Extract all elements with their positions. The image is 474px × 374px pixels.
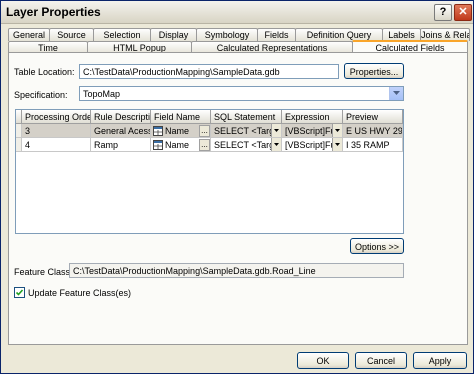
title-bar: Layer Properties ? ✕: [1, 1, 473, 24]
rule-description-cell[interactable]: Ramp: [91, 138, 151, 152]
sql-statement-cell[interactable]: SELECT <Targe: [211, 138, 282, 152]
ellipsis-button[interactable]: ...: [199, 125, 210, 137]
ok-button[interactable]: OK: [297, 352, 349, 369]
options-button[interactable]: Options >>: [350, 238, 404, 254]
rule-description-cell[interactable]: General Acess R: [91, 124, 151, 138]
field-name-cell[interactable]: Name ...: [151, 124, 211, 138]
close-button[interactable]: ✕: [454, 4, 472, 21]
tab-display[interactable]: Display: [150, 28, 197, 41]
expression-cell[interactable]: [VBScript]Fur: [282, 138, 343, 152]
specification-label: Specification:: [14, 90, 68, 100]
sql-statement-value: SELECT <Targe: [214, 126, 280, 136]
tab-fields[interactable]: Fields: [257, 28, 296, 41]
processing-order-cell[interactable]: 4: [22, 138, 91, 152]
chevron-down-icon[interactable]: [332, 124, 342, 137]
expression-value: [VBScript]Fur: [285, 126, 339, 136]
update-feature-class-checkbox[interactable]: [14, 287, 25, 298]
feature-class-field[interactable]: C:\TestData\ProductionMapping\SampleData…: [69, 263, 404, 278]
chevron-down-icon[interactable]: [271, 138, 281, 151]
expression-cell[interactable]: [VBScript]Fur: [282, 124, 343, 138]
sql-statement-cell[interactable]: SELECT <Targe: [211, 124, 282, 138]
dialog-title: Layer Properties: [6, 5, 101, 19]
table-location-field[interactable]: C:\TestData\ProductionMapping\SampleData…: [79, 64, 339, 79]
col-expression[interactable]: Expression: [282, 110, 343, 124]
apply-button[interactable]: Apply: [413, 352, 467, 369]
checkmark-icon: [15, 289, 24, 296]
calculated-fields-grid: Processing Order Rule Description Field …: [15, 109, 404, 234]
field-table-icon: [153, 126, 163, 137]
specification-value: TopoMap: [83, 89, 121, 99]
field-name-cell[interactable]: Name ...: [151, 138, 211, 152]
feature-class-label: Feature Class:: [14, 267, 73, 277]
field-table-icon: [153, 140, 163, 151]
tab-general[interactable]: General: [8, 28, 50, 41]
col-preview[interactable]: Preview: [343, 110, 403, 124]
chevron-down-icon[interactable]: [332, 138, 342, 151]
chevron-down-icon[interactable]: [389, 87, 403, 100]
tab-symbology[interactable]: Symbology: [196, 28, 258, 41]
ellipsis-button[interactable]: ...: [199, 139, 210, 151]
processing-order-cell[interactable]: 3: [22, 124, 91, 138]
expression-value: [VBScript]Fur: [285, 140, 339, 150]
chevron-down-icon[interactable]: [271, 124, 281, 137]
specification-dropdown[interactable]: TopoMap: [79, 86, 404, 101]
col-sql-statement[interactable]: SQL Statement: [211, 110, 282, 124]
tab-source[interactable]: Source: [49, 28, 94, 41]
preview-cell[interactable]: E US HWY 290: [343, 124, 403, 138]
col-rule-description[interactable]: Rule Description: [91, 110, 151, 124]
preview-cell[interactable]: I 35 RAMP: [343, 138, 403, 152]
table-location-label: Table Location:: [14, 67, 75, 77]
cancel-button[interactable]: Cancel: [355, 352, 407, 369]
update-feature-class-label: Update Feature Class(es): [28, 288, 132, 298]
properties-button[interactable]: Properties...: [344, 63, 404, 79]
tab-selection[interactable]: Selection: [93, 28, 151, 41]
help-button[interactable]: ?: [434, 4, 452, 21]
col-field-name[interactable]: Field Name: [151, 110, 211, 124]
field-name-value: Name: [165, 126, 190, 136]
sql-statement-value: SELECT <Targe: [214, 140, 280, 150]
field-name-value: Name: [165, 140, 190, 150]
col-processing-order[interactable]: Processing Order: [22, 110, 91, 124]
layer-properties-dialog: Layer Properties ? ✕ General Source Sele…: [0, 0, 474, 374]
